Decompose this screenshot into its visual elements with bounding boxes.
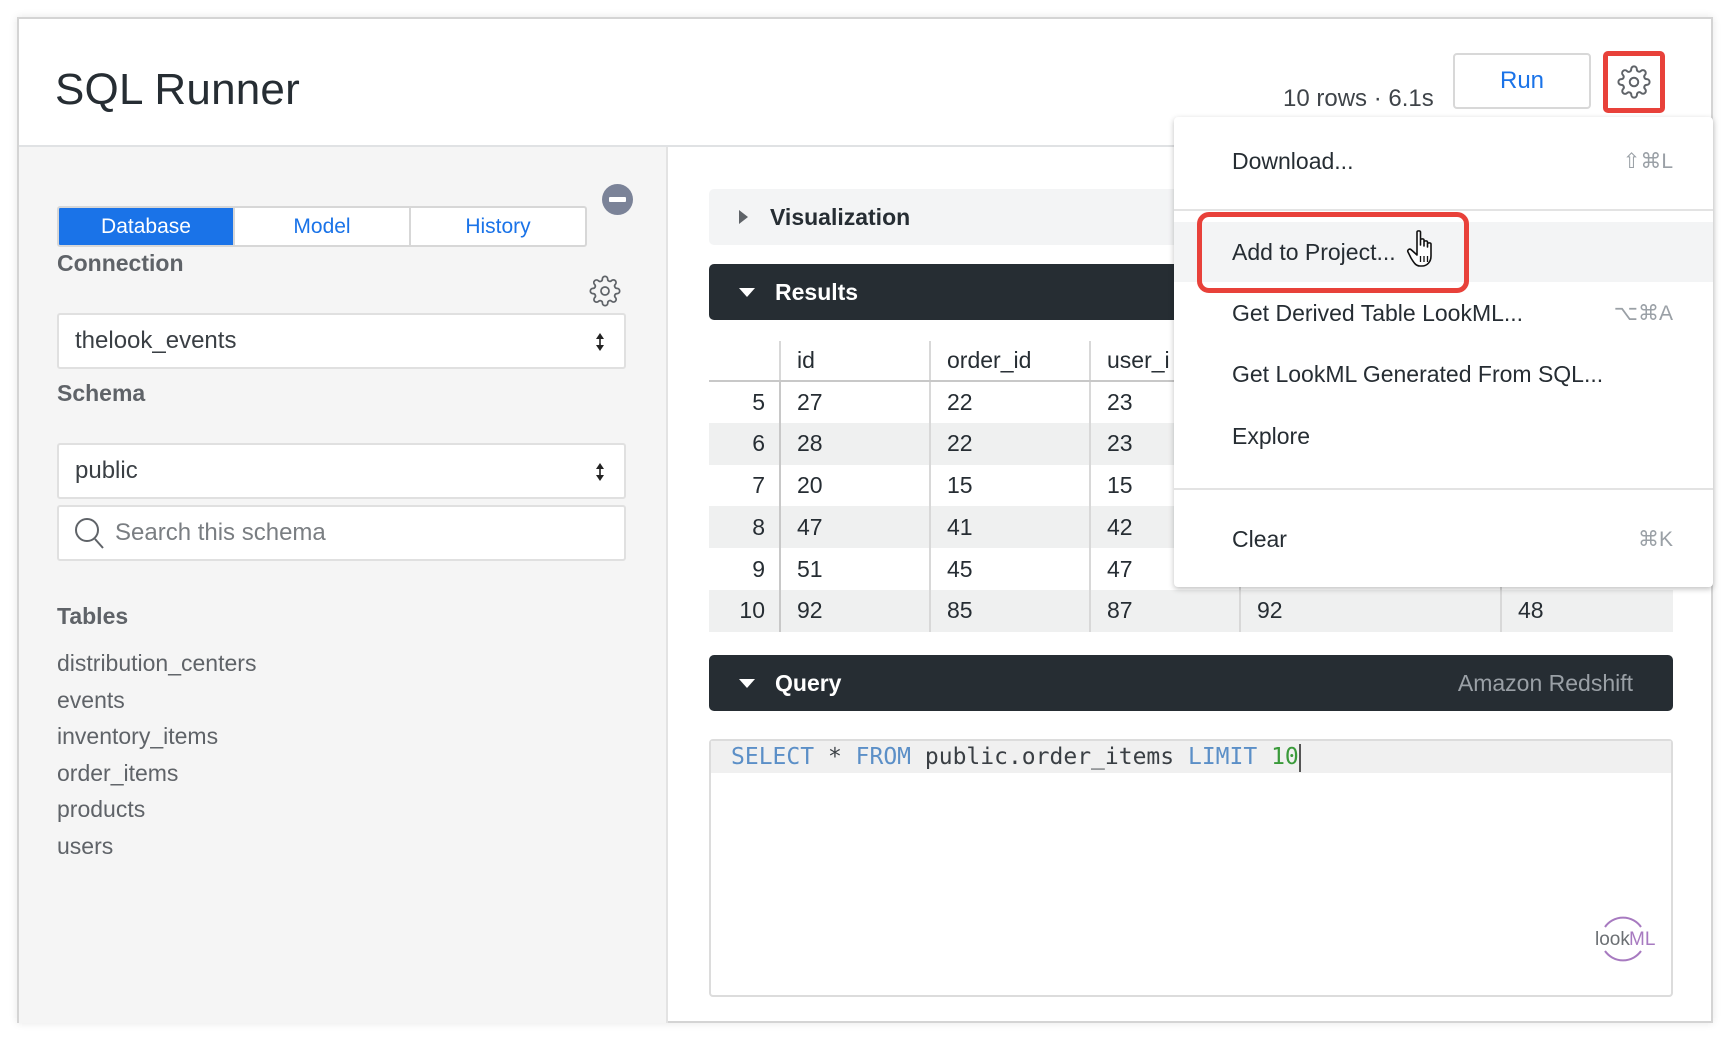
tab-database[interactable]: Database xyxy=(59,208,233,245)
lookml-logo-text-b: ML xyxy=(1629,929,1655,950)
menu-item-label: Explore xyxy=(1232,422,1310,449)
sql-runner-window: SQL Runner 10 rows · 6.1s Run Database M… xyxy=(17,17,1713,1023)
page-title: SQL Runner xyxy=(55,65,300,114)
run-button[interactable]: Run xyxy=(1453,53,1591,109)
sql-editor[interactable]: SELECT * FROM public.order_items LIMIT 1… xyxy=(709,739,1673,997)
menu-item-get-lookml-from-sql[interactable]: Get LookML Generated From SQL... xyxy=(1174,344,1713,404)
sql-number: 10 xyxy=(1257,744,1299,770)
table-row: 10 92 85 87 92 48 xyxy=(709,589,1673,632)
table-item[interactable]: users xyxy=(57,828,256,865)
select-arrows-icon xyxy=(596,333,604,351)
menu-item-label: Get Derived Table LookML... xyxy=(1232,299,1524,326)
schema-search-input[interactable] xyxy=(115,519,595,547)
table-cell[interactable]: 92 xyxy=(780,589,930,632)
menu-item-shortcut: ⇧⌘L xyxy=(1622,149,1673,173)
select-arrows-icon xyxy=(596,463,604,481)
menu-divider xyxy=(1174,209,1713,211)
expand-arrow-icon xyxy=(739,210,748,224)
table-cell[interactable]: 20 xyxy=(780,465,930,507)
sql-text: public.order_items xyxy=(911,744,1188,770)
table-cell[interactable]: 47 xyxy=(780,506,930,549)
sql-text: * xyxy=(814,744,856,770)
visualization-label: Visualization xyxy=(770,203,911,230)
table-item[interactable]: events xyxy=(57,682,256,719)
table-item[interactable]: products xyxy=(57,791,256,828)
menu-item-label: Add to Project... xyxy=(1232,238,1396,265)
source-tabs: Database Model History xyxy=(57,206,587,247)
row-number: 7 xyxy=(709,464,781,507)
table-cell[interactable]: 41 xyxy=(929,506,1090,549)
collapse-panel-icon[interactable] xyxy=(602,184,633,215)
collapse-arrow-icon xyxy=(739,287,755,297)
text-caret xyxy=(1298,743,1301,772)
menu-item-label: Get LookML Generated From SQL... xyxy=(1232,360,1604,387)
sql-dialect: Amazon Redshift xyxy=(1457,669,1633,696)
table-cell[interactable]: 87 xyxy=(1089,589,1240,632)
row-number: 8 xyxy=(709,506,781,549)
menu-item-shortcut: ⌥⌘A xyxy=(1613,301,1673,325)
settings-menu: Download... ⇧⌘L Add to Project... Get De… xyxy=(1174,117,1713,587)
tab-history[interactable]: History xyxy=(409,208,585,245)
row-number: 6 xyxy=(709,422,781,465)
column-header[interactable]: id xyxy=(779,341,930,382)
row-number: 9 xyxy=(709,548,781,590)
table-cell[interactable]: 22 xyxy=(929,381,1090,423)
collapse-arrow-icon xyxy=(739,678,755,688)
table-item[interactable]: inventory_items xyxy=(57,718,256,755)
table-cell[interactable]: 22 xyxy=(929,422,1090,465)
sql-keyword: FROM xyxy=(855,744,912,770)
table-cell[interactable]: 51 xyxy=(780,548,930,590)
table-cell[interactable]: 27 xyxy=(780,381,930,423)
sql-keyword: SELECT xyxy=(731,744,815,770)
connection-value: thelook_events xyxy=(75,327,237,354)
menu-item-add-to-project[interactable]: Add to Project... xyxy=(1174,222,1713,282)
tables-label: Tables xyxy=(57,603,129,629)
table-cell[interactable]: 92 xyxy=(1239,589,1501,632)
query-label: Query xyxy=(775,669,842,696)
query-status: 10 rows · 6.1s xyxy=(1283,85,1434,112)
schema-panel: Database Model History Connection theloo… xyxy=(19,147,668,1023)
results-label: Results xyxy=(775,278,859,305)
search-icon xyxy=(75,518,104,549)
table-cell[interactable]: 28 xyxy=(780,422,930,465)
schema-value: public xyxy=(75,457,138,484)
table-item[interactable]: distribution_centers xyxy=(57,645,256,682)
table-item[interactable]: order_items xyxy=(57,755,256,792)
tables-list: distribution_centers events inventory_it… xyxy=(57,645,256,864)
sql-keyword: LIMIT xyxy=(1187,744,1258,770)
tab-model[interactable]: Model xyxy=(233,208,409,245)
menu-item-clear[interactable]: Clear ⌘K xyxy=(1174,509,1713,569)
column-header[interactable]: order_id xyxy=(929,341,1090,382)
connection-label: Connection xyxy=(57,250,184,276)
table-cell[interactable]: 85 xyxy=(929,589,1090,632)
settings-button[interactable] xyxy=(1603,51,1665,113)
menu-item-label: Download... xyxy=(1232,147,1354,174)
gear-icon xyxy=(1617,65,1651,99)
menu-item-label: Clear xyxy=(1232,525,1287,552)
schema-label: Schema xyxy=(57,380,146,406)
table-cell[interactable]: 45 xyxy=(929,548,1090,590)
row-number: 10 xyxy=(709,589,781,632)
row-number-header xyxy=(709,341,780,382)
schema-search[interactable] xyxy=(57,505,626,561)
connection-gear-icon[interactable] xyxy=(589,275,621,307)
table-cell[interactable]: 15 xyxy=(929,464,1090,507)
table-cell[interactable]: 48 xyxy=(1500,589,1673,632)
query-section-toggle[interactable]: Query Amazon Redshift xyxy=(709,655,1673,711)
menu-item-shortcut: ⌘K xyxy=(1637,527,1673,551)
menu-item-get-derived-table-lookml[interactable]: Get Derived Table LookML... ⌥⌘A xyxy=(1174,283,1713,343)
menu-item-explore[interactable]: Explore xyxy=(1174,406,1713,466)
menu-item-download[interactable]: Download... ⇧⌘L xyxy=(1174,131,1713,191)
row-number: 5 xyxy=(709,381,781,423)
connection-select[interactable]: thelook_events xyxy=(57,313,626,369)
schema-select[interactable]: public xyxy=(57,443,626,499)
menu-divider xyxy=(1174,488,1713,490)
sql-code-line[interactable]: SELECT * FROM public.order_items LIMIT 1… xyxy=(711,741,1671,773)
lookml-logo: look ML xyxy=(1595,916,1655,962)
lookml-logo-text-a: look xyxy=(1595,929,1630,950)
